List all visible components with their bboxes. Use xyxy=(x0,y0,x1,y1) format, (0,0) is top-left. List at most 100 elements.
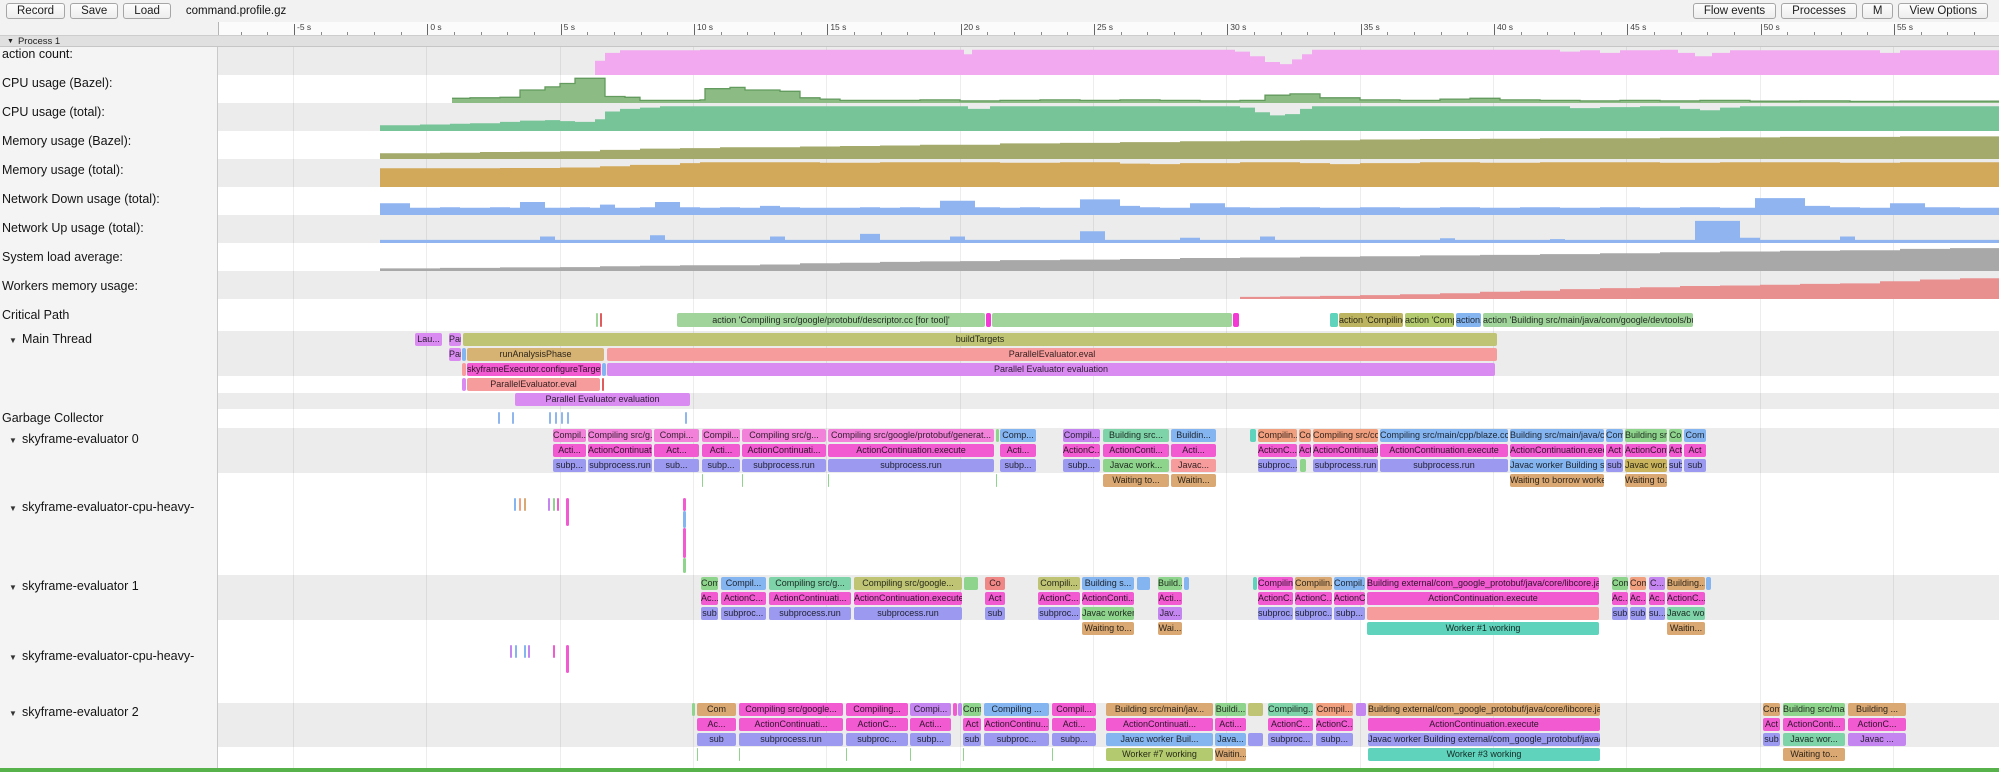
track-label-skyframe-evaluator-1[interactable]: ▼skyframe-evaluator 1 xyxy=(0,579,139,595)
trace-event[interactable]: ActionContinuati... xyxy=(742,444,826,457)
trace-event[interactable]: Javac wor... xyxy=(1625,459,1667,472)
trace-event[interactable] xyxy=(964,577,978,590)
trace-event[interactable]: Ac... xyxy=(1612,592,1628,605)
trace-event[interactable]: Compiling src/google... xyxy=(854,577,962,590)
trace-event[interactable] xyxy=(1248,703,1263,716)
trace-event[interactable] xyxy=(1250,429,1256,442)
collapse-arrow-icon[interactable]: ▼ xyxy=(9,502,19,516)
trace-event[interactable]: Worker #7 working xyxy=(1106,748,1213,761)
trace-event[interactable]: Compil... xyxy=(553,429,586,442)
trace-event[interactable] xyxy=(1330,313,1338,327)
trace-event[interactable]: Acti... xyxy=(553,444,586,457)
trace-event[interactable]: Waitin... xyxy=(1215,748,1246,761)
trace-event[interactable]: subprocess.run xyxy=(828,459,994,472)
trace-event[interactable]: Compil... xyxy=(1063,429,1100,442)
trace-event[interactable] xyxy=(996,474,997,487)
trace-event[interactable] xyxy=(953,703,957,716)
trace-event[interactable]: ActionC... xyxy=(1268,718,1313,731)
trace-event[interactable] xyxy=(515,645,517,658)
trace-event[interactable]: Compiling src/g... xyxy=(769,577,851,590)
trace-event[interactable]: Co xyxy=(1299,429,1311,442)
trace-event[interactable]: ActionC... xyxy=(721,592,766,605)
trace-event[interactable]: subproc... xyxy=(1295,607,1332,620)
trace-event[interactable]: Ac... xyxy=(697,718,736,731)
trace-event[interactable]: Javac worker Buil... xyxy=(1106,733,1213,746)
collapse-arrow-icon[interactable]: ▼ xyxy=(9,334,19,348)
trace-event[interactable]: action 'Compiling src/google/protobuf/de… xyxy=(677,313,985,327)
trace-event[interactable]: Jav... xyxy=(1158,607,1182,620)
trace-event[interactable]: ActionContinuation.execute xyxy=(1380,444,1508,457)
trace-event[interactable]: ActionConti... xyxy=(1783,718,1845,731)
trace-event[interactable]: Javac worker Building s... xyxy=(1510,459,1604,472)
trace-event[interactable]: sub xyxy=(1630,607,1646,620)
trace-event[interactable]: Waiting to... xyxy=(1625,474,1667,487)
trace-event[interactable]: ActionContinu... xyxy=(984,718,1049,731)
trace-event[interactable]: ActionContinuation.execute xyxy=(854,592,962,605)
trace-event[interactable]: ActionContinuation.execute xyxy=(828,444,994,457)
trace-event[interactable] xyxy=(846,748,847,761)
metrics-button[interactable]: M xyxy=(1862,3,1894,19)
trace-event[interactable]: Ac... xyxy=(1630,592,1646,605)
trace-event[interactable] xyxy=(692,703,695,716)
processes-button[interactable]: Processes xyxy=(1781,3,1857,19)
trace-event[interactable]: Acti... xyxy=(910,718,951,731)
trace-event[interactable] xyxy=(683,498,686,511)
trace-event[interactable]: Javac worker Building external/com_googl… xyxy=(1368,733,1600,746)
trace-event[interactable]: Act xyxy=(1669,444,1682,457)
load-button[interactable]: Load xyxy=(123,3,171,19)
trace-event[interactable]: ActionContinuati... xyxy=(769,592,851,605)
trace-event[interactable]: Compil... xyxy=(1316,703,1353,716)
trace-event[interactable]: Com xyxy=(1612,577,1628,590)
track-label-skyframe-evaluator-2[interactable]: ▼skyframe-evaluator 2 xyxy=(0,705,139,721)
trace-event[interactable]: Compili... xyxy=(1038,577,1080,590)
trace-event[interactable]: runAnalysisPhase xyxy=(467,348,604,361)
trace-event[interactable]: Compiling src/core/... xyxy=(1313,429,1378,442)
trace-event[interactable]: Act xyxy=(1763,718,1780,731)
trace-event[interactable]: subproc... xyxy=(984,733,1049,746)
trace-event[interactable]: Building src/ma... xyxy=(1783,703,1845,716)
trace-event[interactable]: Parallel Evaluator evaluation xyxy=(515,393,690,406)
trace-event[interactable] xyxy=(685,412,687,424)
trace-event[interactable]: Buildi... xyxy=(1215,703,1246,716)
trace-event[interactable]: Com xyxy=(1606,429,1623,442)
trace-event[interactable] xyxy=(986,313,991,327)
trace-event[interactable]: Com xyxy=(1684,429,1706,442)
trace-event[interactable]: action 'Compiling... xyxy=(1339,313,1403,327)
trace-event[interactable]: Compil... xyxy=(721,577,766,590)
trace-event[interactable]: Compiling ... xyxy=(984,703,1049,716)
trace-event[interactable]: Acti... xyxy=(1000,444,1036,457)
trace-event[interactable]: Wai... xyxy=(1158,622,1182,635)
trace-event[interactable]: Com xyxy=(963,703,981,716)
trace-event[interactable]: Waiting to... xyxy=(1783,748,1845,761)
trace-event[interactable]: subprocess.run xyxy=(588,459,652,472)
collapse-arrow-icon[interactable]: ▼ xyxy=(9,707,19,721)
trace-event[interactable] xyxy=(512,412,514,424)
trace-event[interactable]: ActionC... xyxy=(1258,592,1293,605)
trace-event[interactable] xyxy=(1706,577,1711,590)
trace-event[interactable]: Building ... xyxy=(1848,703,1906,716)
trace-event[interactable]: subproc... xyxy=(721,607,766,620)
trace-event[interactable] xyxy=(958,703,962,716)
trace-event[interactable]: Compil... xyxy=(1334,577,1365,590)
process-header[interactable]: ▼ Process 1 xyxy=(0,35,1999,47)
trace-event[interactable] xyxy=(596,313,598,327)
trace-event[interactable]: subprocess.run xyxy=(739,733,843,746)
trace-event[interactable]: Compiling... xyxy=(846,703,908,716)
collapse-arrow-icon[interactable]: ▼ xyxy=(9,651,19,665)
trace-event[interactable]: Waiting to... xyxy=(1082,622,1134,635)
trace-event[interactable]: sub... xyxy=(654,459,699,472)
trace-event[interactable] xyxy=(567,412,569,424)
trace-event[interactable]: subp... xyxy=(1052,733,1096,746)
trace-event[interactable]: Javac wor... xyxy=(1783,733,1845,746)
trace-event[interactable] xyxy=(1367,607,1599,620)
trace-event[interactable]: subp... xyxy=(553,459,586,472)
trace-event[interactable]: action 'Compili... xyxy=(1405,313,1454,327)
track-label-skyframe-evaluator-cpu-heavy[interactable]: ▼skyframe-evaluator-cpu-heavy- xyxy=(0,500,194,516)
trace-event[interactable]: Compi... xyxy=(654,429,699,442)
trace-event[interactable]: ActionConti... xyxy=(1082,592,1134,605)
trace-event[interactable]: Act xyxy=(1684,444,1706,457)
trace-event[interactable]: ActionC... xyxy=(1258,444,1297,457)
trace-event[interactable]: Com xyxy=(697,703,736,716)
track-label-skyframe-evaluator-0[interactable]: ▼skyframe-evaluator 0 xyxy=(0,432,139,448)
trace-event[interactable] xyxy=(1137,577,1150,590)
